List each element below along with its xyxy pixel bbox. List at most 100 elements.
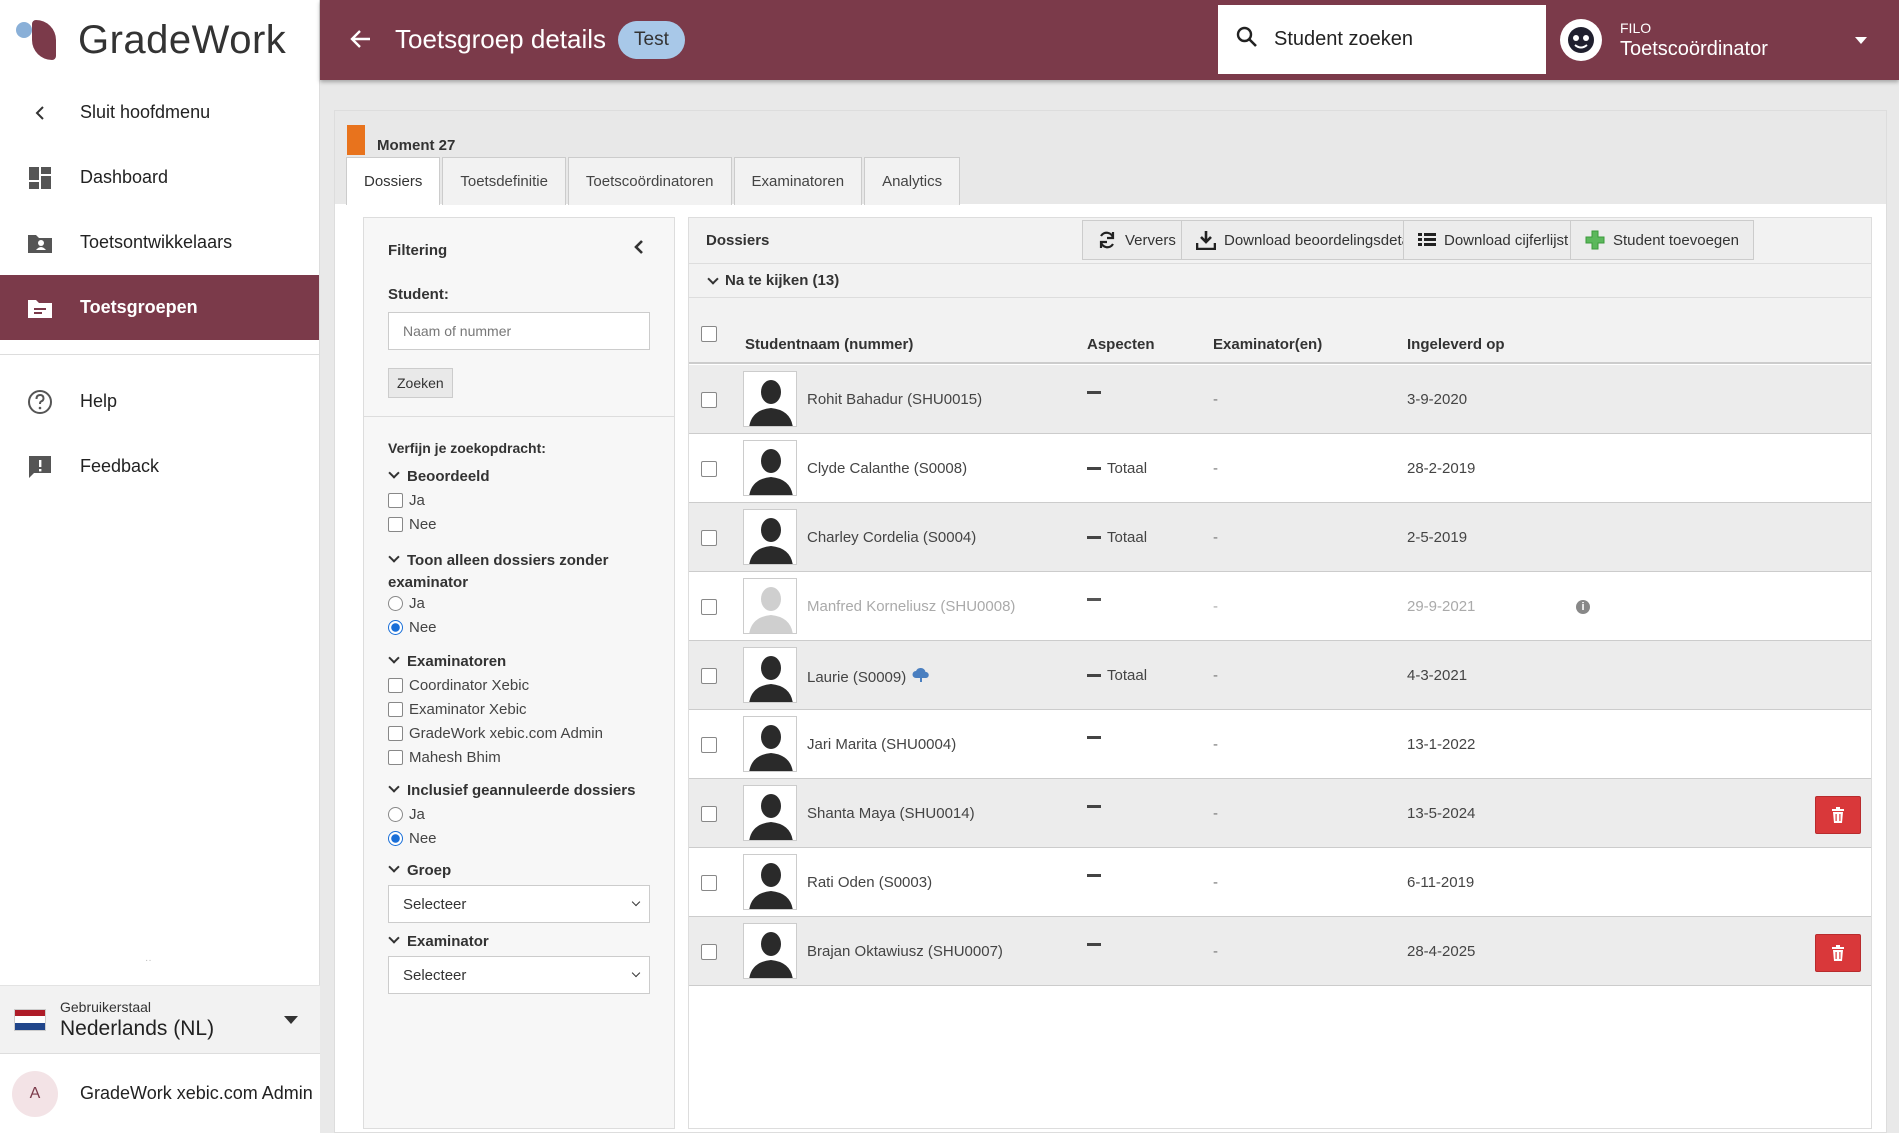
tab-toetscoordinatoren[interactable]: Toetscoördinatoren (567, 157, 732, 205)
student-filter-input[interactable]: Naam of nummer (388, 312, 650, 350)
student-name[interactable]: Rohit Bahadur (SHU0015) (807, 391, 982, 408)
table-row[interactable]: Charley Cordelia (S0004) Totaal - 2-5-2019 (689, 503, 1871, 572)
add-student-button[interactable]: Student toevoegen (1570, 220, 1754, 260)
student-search[interactable]: Student zoeken (1218, 5, 1546, 74)
row-checkbox[interactable] (701, 599, 717, 615)
delete-button[interactable] (1815, 796, 1861, 834)
download-details-button[interactable]: Download beoordelingsdetails (1181, 220, 1440, 260)
group-beoordeeld[interactable]: Beoordeeld (388, 467, 490, 485)
checkbox-beoordeeld-nee[interactable]: Nee (388, 516, 437, 533)
select-all-checkbox[interactable] (701, 326, 717, 342)
student-name[interactable]: Shanta Maya (SHU0014) (807, 805, 975, 822)
column-header[interactable]: Aspecten (1087, 336, 1155, 353)
table-row[interactable]: Brajan Oktawiusz (SHU0007) - 28-4-2025 (689, 917, 1871, 986)
student-photo (743, 578, 797, 634)
row-checkbox[interactable] (701, 944, 717, 960)
table-row[interactable]: Clyde Calanthe (S0008) Totaal - 28-2-2019 (689, 434, 1871, 503)
student-name[interactable]: Laurie (S0009) (807, 667, 930, 687)
checkbox[interactable] (388, 750, 403, 765)
checkbox[interactable] (388, 726, 403, 741)
tab-toetsdefinitie[interactable]: Toetsdefinitie (442, 157, 566, 205)
checkbox-beoordeeld-ja[interactable]: Ja (388, 492, 425, 509)
groep-select[interactable]: Selecteer (388, 885, 650, 923)
examinator-select[interactable]: Selecteer (388, 956, 650, 994)
checkbox[interactable] (388, 493, 403, 508)
sidebar-item-toetsgroepen[interactable]: Toetsgroepen (0, 275, 319, 340)
download-grades-button[interactable]: Download cijferlijst (1403, 220, 1598, 260)
row-checkbox[interactable] (701, 875, 717, 891)
aspect-cell: Totaal (1087, 460, 1147, 477)
column-header[interactable]: Studentnaam (nummer) (745, 336, 913, 353)
group-zonder-examinator[interactable]: Toon alleen dossiers zonder examinator (388, 550, 658, 594)
row-checkbox[interactable] (701, 668, 717, 684)
search-button[interactable]: Zoeken (388, 368, 453, 398)
dossiers-panel: Dossiers Ververs Download beoordelingsde… (688, 217, 1872, 1129)
radio-zonder-examinator-nee[interactable]: Nee (388, 619, 437, 636)
checkbox-examinator[interactable]: Examinator Xebic (388, 701, 527, 718)
table-row[interactable]: Shanta Maya (SHU0014) - 13-5-2024 (689, 779, 1871, 848)
table-row[interactable]: Rati Oden (S0003) - 6-11-2019 (689, 848, 1871, 917)
examiner-cell: - (1213, 667, 1218, 684)
sidebar-item-close-menu[interactable]: Sluit hoofdmenu (0, 80, 319, 145)
search-input[interactable]: Student zoeken (1274, 28, 1413, 51)
column-header[interactable]: Examinator(en) (1213, 336, 1322, 353)
group-geannuleerd[interactable]: Inclusief geannuleerde dossiers (388, 781, 635, 799)
checkbox-examinator[interactable]: GradeWork xebic.com Admin (388, 725, 603, 742)
row-checkbox[interactable] (701, 530, 717, 546)
column-header[interactable]: Ingeleverd op (1407, 336, 1505, 353)
student-name[interactable]: Brajan Oktawiusz (SHU0007) (807, 943, 1003, 960)
delete-button[interactable] (1815, 934, 1861, 972)
radio[interactable] (388, 596, 403, 611)
table-row[interactable]: Rohit Bahadur (SHU0015) - 3-9-2020 (689, 365, 1871, 434)
student-name[interactable]: Charley Cordelia (S0004) (807, 529, 976, 546)
tab-analytics[interactable]: Analytics (864, 157, 961, 205)
caret-down-icon (1855, 37, 1867, 44)
row-checkbox[interactable] (701, 392, 717, 408)
group-examinatoren[interactable]: Examinatoren (388, 652, 506, 670)
tab-examinatoren[interactable]: Examinatoren (733, 157, 863, 205)
sidebar-item-toetsontwikkelaars[interactable]: Toetsontwikkelaars (0, 210, 319, 275)
radio-selected[interactable] (388, 620, 403, 635)
student-name[interactable]: Jari Marita (SHU0004) (807, 736, 956, 753)
language-selector[interactable]: Gebruikerstaal Nederlands (NL) (0, 985, 320, 1053)
group-groep[interactable]: Groep (388, 861, 451, 879)
dash-icon (1087, 805, 1101, 808)
collapse-filter-icon[interactable] (634, 240, 644, 259)
sidebar-item-feedback[interactable]: Feedback (0, 434, 319, 499)
info-icon[interactable]: i (1576, 600, 1590, 614)
tab-dossiers[interactable]: Dossiers (346, 157, 441, 205)
aspect-cell (1087, 736, 1107, 739)
table-row[interactable]: Jari Marita (SHU0004) - 13-1-2022 (689, 710, 1871, 779)
group-examinator[interactable]: Examinator (388, 932, 489, 950)
button-label: Download cijferlijst (1444, 231, 1569, 249)
checkbox[interactable] (388, 702, 403, 717)
section-header[interactable]: Na te kijken (13) (689, 264, 1871, 298)
chevron-left-icon (0, 105, 80, 121)
radio[interactable] (388, 807, 403, 822)
brand-logo[interactable]: GradeWork (0, 0, 319, 80)
row-checkbox[interactable] (701, 461, 717, 477)
row-checkbox[interactable] (701, 806, 717, 822)
radio-geannuleerd-nee[interactable]: Nee (388, 830, 437, 847)
table-row[interactable]: Laurie (S0009) Totaal - 4-3-2021 (689, 641, 1871, 710)
role-switcher[interactable]: FILO Toetscoördinator (1560, 0, 1899, 80)
student-name[interactable]: Rati Oden (S0003) (807, 874, 932, 891)
radio-geannuleerd-ja[interactable]: Ja (388, 806, 425, 823)
checkbox-examinator[interactable]: Coordinator Xebic (388, 677, 529, 694)
sidebar-item-help[interactable]: Help (0, 369, 319, 434)
table-row[interactable]: Manfred Korneliusz (SHU0008) - 29-9-2021 i (689, 572, 1871, 641)
user-profile[interactable]: A GradeWork xebic.com Admin (0, 1053, 320, 1133)
row-checkbox[interactable] (701, 737, 717, 753)
radio-selected[interactable] (388, 831, 403, 846)
select-value: Selecteer (403, 966, 467, 984)
back-arrow-icon[interactable] (350, 28, 372, 55)
student-name[interactable]: Manfred Korneliusz (SHU0008) (807, 598, 1015, 615)
refresh-button[interactable]: Ververs (1082, 220, 1191, 260)
student-label: Student: (388, 286, 449, 303)
student-name[interactable]: Clyde Calanthe (S0008) (807, 460, 967, 477)
checkbox[interactable] (388, 678, 403, 693)
radio-zonder-examinator-ja[interactable]: Ja (388, 595, 425, 612)
checkbox-examinator[interactable]: Mahesh Bhim (388, 749, 501, 766)
checkbox[interactable] (388, 517, 403, 532)
sidebar-item-dashboard[interactable]: Dashboard (0, 145, 319, 210)
